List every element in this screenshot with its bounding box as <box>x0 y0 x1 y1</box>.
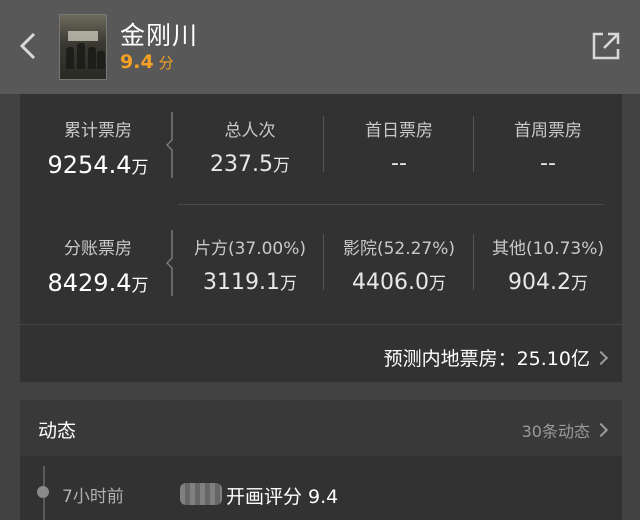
total-box-office: 累计票房 9254.4万 <box>28 116 168 179</box>
rating-value: 9.4 <box>120 51 154 73</box>
blurred-avatar <box>180 483 222 505</box>
admissions-label: 总人次 <box>224 121 276 141</box>
chevron-left-icon <box>19 32 36 60</box>
total-admissions: 总人次 237.5万 <box>178 116 322 177</box>
producer-share-label: 片方(37.00%) <box>193 239 307 259</box>
other-share-label: 其他(10.73%) <box>491 239 605 259</box>
timeline-dot <box>37 486 49 498</box>
other-share-value: 904.2万 <box>508 270 588 295</box>
first-day-box-office: 首日票房 -- <box>324 116 474 176</box>
dynamics-item-time: 7小时前 <box>62 487 124 507</box>
predict-box-office-link[interactable]: 预测内地票房：25.10亿 <box>383 344 609 371</box>
first-day-label: 首日票房 <box>365 121 433 141</box>
movie-rating: 9.4 分 <box>120 51 174 73</box>
first-week-box-office: 首周票房 -- <box>474 116 622 176</box>
chevron-right-icon <box>593 350 609 366</box>
dynamics-item-text[interactable]: 开画评分 9.4 <box>226 482 338 509</box>
first-day-value: -- <box>391 151 407 176</box>
split-box-office-value: 8429.4万 <box>47 269 149 297</box>
cinema-share-label: 影院(52.27%) <box>342 239 456 259</box>
other-share: 其他(10.73%) 904.2万 <box>474 234 622 295</box>
total-box-office-value: 9254.4万 <box>47 151 149 179</box>
dynamics-count: 30条动态 <box>521 422 590 441</box>
dynamics-card: 动态 30条动态 7小时前 开画评分 9.4 <box>20 400 622 520</box>
chevron-right-icon <box>593 422 609 438</box>
split-box-office-label: 分账票房 <box>64 239 132 259</box>
box-office-card: 累计票房 9254.4万 总人次 237.5万 首日票房 -- 首周票房 -- … <box>20 94 622 382</box>
row-divider <box>178 204 604 205</box>
movie-header: 金刚川 9.4 分 <box>0 0 640 94</box>
first-week-value: -- <box>540 151 556 176</box>
cinema-share: 影院(52.27%) 4406.0万 <box>324 234 474 295</box>
share-external-icon <box>592 32 620 60</box>
back-button[interactable] <box>12 28 48 64</box>
rating-unit: 分 <box>158 54 174 72</box>
share-button[interactable] <box>588 28 624 64</box>
total-box-office-label: 累计票房 <box>64 121 132 141</box>
dynamics-title: 动态 <box>38 420 77 442</box>
brace-icon <box>166 230 173 296</box>
admissions-value: 237.5万 <box>210 152 290 177</box>
producer-share: 片方(37.00%) 3119.1万 <box>178 234 322 295</box>
cinema-share-value: 4406.0万 <box>352 270 446 295</box>
split-box-office: 分账票房 8429.4万 <box>28 234 168 297</box>
producer-share-value: 3119.1万 <box>203 270 297 295</box>
movie-title: 金刚川 <box>120 21 199 50</box>
dynamics-header: 动态 30条动态 <box>20 400 622 456</box>
first-week-label: 首周票房 <box>514 121 582 141</box>
predict-box-office-text: 预测内地票房：25.10亿 <box>383 348 590 370</box>
brace-icon <box>166 112 173 178</box>
dynamics-more-link[interactable]: 30条动态 <box>521 418 609 442</box>
movie-poster[interactable] <box>59 14 107 80</box>
row-divider <box>20 324 622 325</box>
